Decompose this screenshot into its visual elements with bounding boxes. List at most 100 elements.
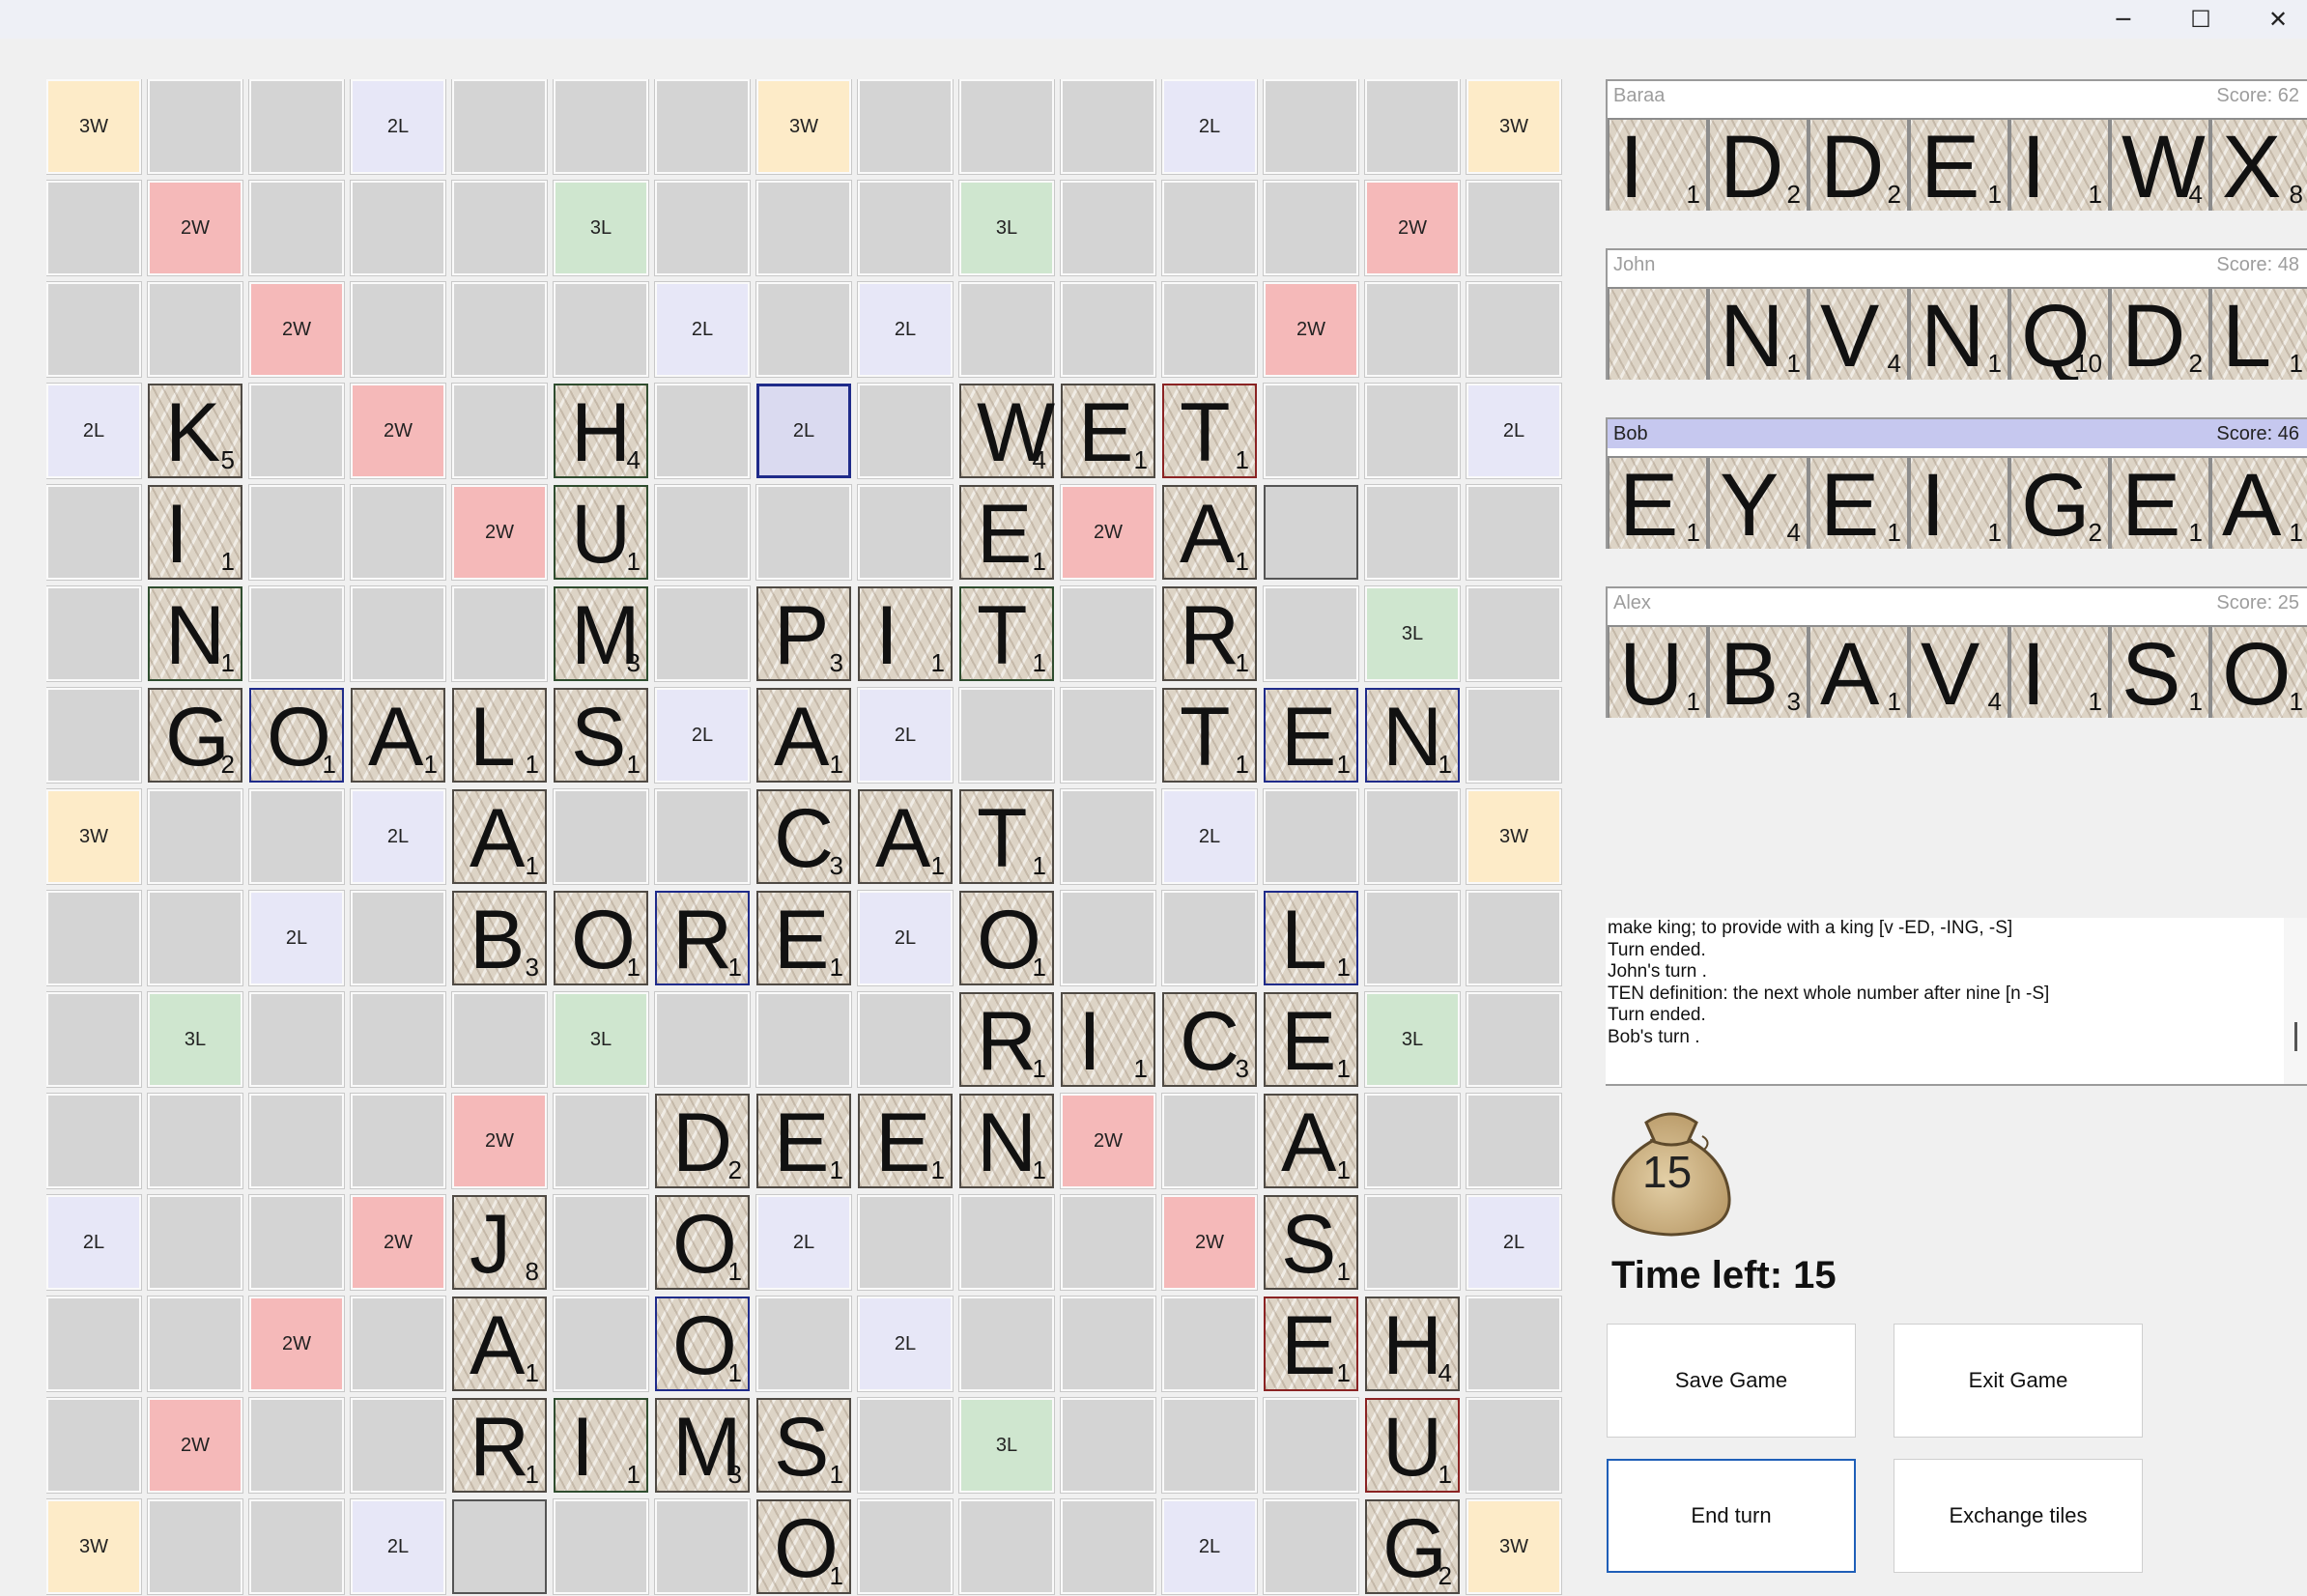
board-cell[interactable] [553,1093,649,1189]
premium-cell-2l[interactable]: 2L [350,79,446,175]
board-tile[interactable]: T1 [959,586,1054,682]
premium-cell-3l[interactable]: 3L [958,180,1055,276]
board-cell[interactable] [46,1397,142,1494]
board-cell[interactable] [248,585,345,682]
board-tile[interactable]: A1 [858,789,953,885]
exchange-tiles-button[interactable]: Exchange tiles [1894,1459,2143,1573]
board-tile[interactable]: N1 [959,1094,1054,1189]
board-tile[interactable]: N1 [1365,688,1460,784]
board-cell[interactable] [857,383,954,479]
premium-cell-2l[interactable]: 2L [857,890,954,986]
premium-cell-2l[interactable]: 2L [857,281,954,378]
board-cell[interactable] [350,991,446,1088]
board-cell[interactable] [958,1296,1055,1392]
rack-tile[interactable]: U1 [1608,625,1708,718]
premium-cell-2w[interactable]: 2W [147,180,243,276]
board-cell[interactable] [248,788,345,885]
rack-tile[interactable]: W4 [2110,118,2210,211]
board-cell[interactable] [654,788,751,885]
premium-cell-2l[interactable]: 2L [857,687,954,784]
premium-cell-2l[interactable]: 2L [46,1194,142,1291]
selected-cell[interactable]: 2L [756,384,851,478]
board-tile[interactable]: S1 [554,688,648,784]
board-tile[interactable]: E1 [1061,384,1155,479]
board-cell[interactable] [147,281,243,378]
log-scrollbar-thumb[interactable] [2294,1022,2297,1051]
board-cell[interactable] [350,281,446,378]
board-cell[interactable] [248,991,345,1088]
board-cell[interactable] [1364,383,1461,479]
board-cell[interactable] [1161,1093,1258,1189]
board-tile[interactable]: M3 [554,586,648,682]
board-cell[interactable] [857,1194,954,1291]
board-tile[interactable]: E1 [959,485,1054,581]
board-tile[interactable]: E1 [1264,1297,1358,1392]
board-tile[interactable]: T1 [1162,384,1257,479]
board-cell[interactable] [1060,180,1156,276]
board-tile[interactable]: T1 [1162,688,1257,784]
board-cell[interactable] [1263,1397,1359,1494]
board-tile[interactable]: M3 [655,1398,750,1494]
board-tile[interactable]: S1 [1264,1195,1358,1291]
rack-tile[interactable]: G2 [2009,456,2110,549]
rack-tile[interactable]: I1 [1909,456,2009,549]
premium-cell-2w[interactable]: 2W [1263,281,1359,378]
rack-tile[interactable]: D2 [2110,287,2210,380]
board-cell[interactable] [248,484,345,581]
board-cell[interactable] [857,484,954,581]
board-cell[interactable] [857,79,954,175]
board-tile[interactable]: I1 [148,485,242,581]
board-tile[interactable]: A1 [452,789,547,885]
board-cell[interactable] [451,383,548,479]
rack-tile[interactable]: D2 [1708,118,1809,211]
board-tile[interactable]: R1 [1162,586,1257,682]
board-tile[interactable]: A1 [452,1297,547,1392]
board-tile[interactable]: H4 [1365,1297,1460,1392]
board-cell[interactable] [350,180,446,276]
board-cell[interactable] [1060,1194,1156,1291]
board-cell[interactable] [46,281,142,378]
board-cell[interactable] [248,1498,345,1595]
board-tile[interactable]: O1 [655,1297,750,1392]
rack-tile[interactable]: Y4 [1708,456,1809,549]
board-tile[interactable]: R1 [655,891,750,986]
premium-cell-2w[interactable]: 2W [451,1093,548,1189]
close-icon[interactable]: ✕ [2239,0,2307,39]
board-cell[interactable] [1466,687,1562,784]
board-tile[interactable]: U1 [554,485,648,581]
premium-cell-2l[interactable]: 2L [350,1498,446,1595]
premium-cell-3l[interactable]: 3L [147,991,243,1088]
board-cell[interactable] [654,484,751,581]
board-cell[interactable] [654,991,751,1088]
board-cell[interactable] [857,1498,954,1595]
board-cell[interactable] [654,383,751,479]
rack-tile[interactable]: N1 [1708,287,1809,380]
rack-tile[interactable]: I1 [1608,118,1708,211]
premium-cell-2w[interactable]: 2W [248,281,345,378]
premium-cell-3w[interactable]: 3W [46,1498,142,1595]
board-cell[interactable] [46,484,142,581]
rack-tile[interactable]: E1 [2110,456,2210,549]
board-cell[interactable] [451,180,548,276]
board-cell[interactable] [46,1093,142,1189]
rack-tile[interactable]: V4 [1809,287,1909,380]
board-cell[interactable] [1263,79,1359,175]
premium-cell-2l[interactable]: 2L [654,687,751,784]
board-cell[interactable] [1060,1397,1156,1494]
board-tile[interactable]: T1 [959,789,1054,885]
premium-cell-2l[interactable]: 2L [1161,788,1258,885]
board-cell[interactable] [451,281,548,378]
rack-tile[interactable]: E1 [1608,456,1708,549]
board-cell[interactable] [553,79,649,175]
board-cell[interactable] [1060,687,1156,784]
board-tile[interactable]: D2 [655,1094,750,1189]
premium-cell-2l[interactable]: 2L [1161,1498,1258,1595]
board-cell[interactable] [46,180,142,276]
rack-tile[interactable]: L1 [2210,287,2307,380]
board-tile[interactable]: N1 [148,586,242,682]
board-tile[interactable]: I1 [858,586,953,682]
premium-cell-3w[interactable]: 3W [1466,788,1562,885]
board-cell[interactable] [958,1194,1055,1291]
board-tile[interactable]: L1 [452,688,547,784]
premium-cell-2l[interactable]: 2L [1466,1194,1562,1291]
